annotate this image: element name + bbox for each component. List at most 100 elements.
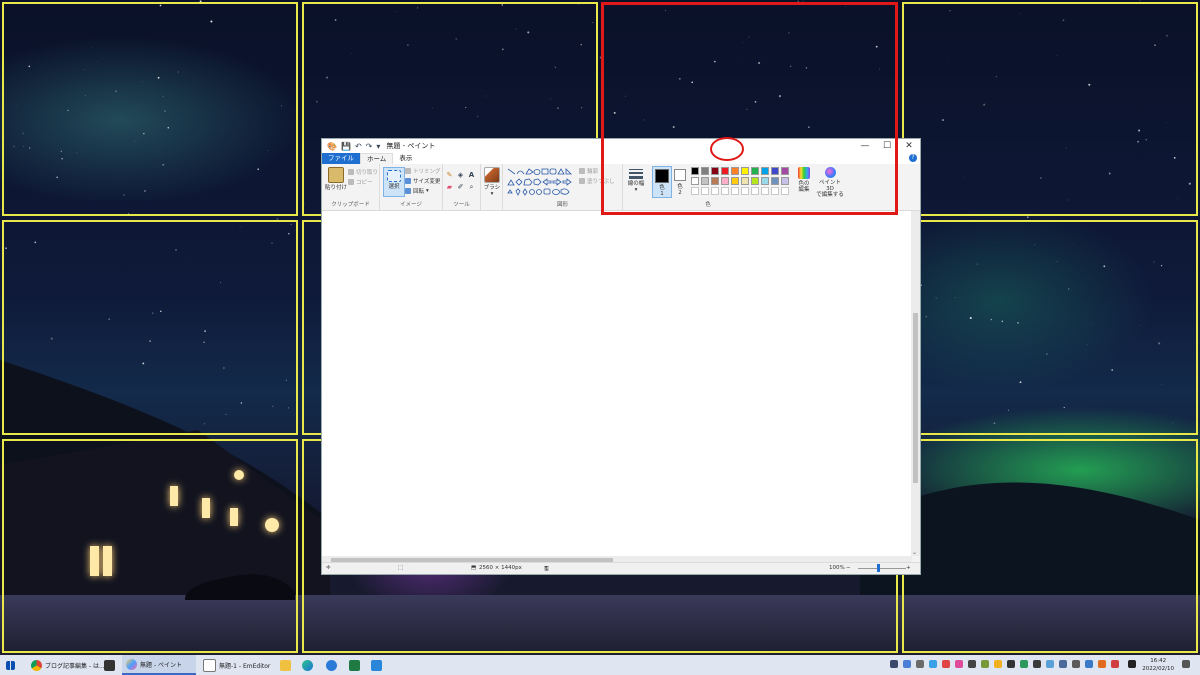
tab-view[interactable]: 表示 bbox=[393, 153, 418, 164]
resize-button[interactable]: サイズ変更 bbox=[405, 177, 440, 185]
copy-icon bbox=[348, 179, 354, 185]
t-app-icon bbox=[104, 659, 115, 671]
brush-button[interactable]: ブラシ ▾ bbox=[482, 167, 502, 197]
cut-button[interactable]: 切り取り bbox=[348, 168, 378, 176]
tray-app-icon[interactable] bbox=[890, 660, 898, 668]
color-picker-icon[interactable]: ✐ bbox=[457, 184, 464, 191]
taskbar-chrome-label: ブログ記事編集 - は... bbox=[45, 662, 105, 670]
tray-app-icon[interactable] bbox=[1085, 660, 1093, 668]
outline-label: 輪郭 bbox=[587, 169, 599, 175]
scissors-icon bbox=[348, 169, 354, 175]
crop-label: トリミング bbox=[413, 169, 441, 175]
tray-app-icon[interactable] bbox=[981, 660, 989, 668]
tray-app-icon[interactable] bbox=[955, 660, 963, 668]
zoom-in-button[interactable]: + bbox=[906, 565, 911, 571]
tray-app-icon[interactable] bbox=[1046, 660, 1054, 668]
zoom-slider-thumb[interactable] bbox=[877, 564, 880, 572]
copy-button[interactable]: コピー bbox=[348, 178, 373, 186]
tray-app-icon[interactable] bbox=[903, 660, 911, 668]
tray-app-icon[interactable] bbox=[994, 660, 1002, 668]
notification-icon[interactable] bbox=[1182, 660, 1190, 668]
tray-app-icon[interactable] bbox=[1007, 660, 1015, 668]
copy-label: コピー bbox=[356, 180, 373, 186]
settings-icon[interactable] bbox=[326, 660, 337, 671]
status-bar: ✛ ⬚ ⬒ 2560 × 1440px 🖫 100% − + bbox=[322, 562, 920, 574]
paint-app-icon: 🎨 bbox=[327, 141, 337, 151]
excel-icon[interactable] bbox=[349, 660, 360, 671]
tray-app-icon[interactable] bbox=[916, 660, 924, 668]
text-icon[interactable]: A bbox=[468, 172, 475, 179]
customize-dropdown-icon[interactable]: ▾ bbox=[376, 142, 380, 151]
tray-app-icon[interactable] bbox=[1033, 660, 1041, 668]
close-button[interactable]: ✕ bbox=[898, 139, 920, 153]
scroll-down-arrow-icon[interactable]: ⌄ bbox=[912, 549, 917, 556]
file-size-icon: 🖫 bbox=[544, 566, 549, 572]
select-button[interactable]: 選択 bbox=[383, 167, 405, 197]
vertical-scroll-thumb[interactable] bbox=[913, 313, 918, 483]
magnifier-icon[interactable]: ⌕ bbox=[468, 184, 475, 191]
red-highlight-box bbox=[601, 2, 898, 215]
eraser-icon[interactable]: ▰ bbox=[446, 184, 453, 191]
edge-icon[interactable] bbox=[302, 660, 313, 671]
rotate-icon bbox=[405, 188, 411, 194]
undo-icon[interactable]: ↶ bbox=[355, 142, 362, 151]
file-explorer-icon[interactable] bbox=[280, 660, 291, 671]
taskbar-item-paint[interactable]: 無題 - ペイント bbox=[122, 655, 196, 675]
save-icon[interactable]: 💾 bbox=[341, 142, 351, 151]
tray-app-icon[interactable] bbox=[1020, 660, 1028, 668]
tray-app-icon[interactable] bbox=[1098, 660, 1106, 668]
ime-icon[interactable] bbox=[1128, 660, 1136, 668]
canvas-size-icon: ⬒ bbox=[471, 565, 477, 571]
fill-icon bbox=[579, 178, 585, 184]
chevron-down-icon: ▾ bbox=[426, 188, 429, 194]
system-clock[interactable]: 16:42 2022/02/10 bbox=[1142, 657, 1174, 673]
tab-home[interactable]: ホーム bbox=[360, 152, 394, 165]
tools-group-label: ツール bbox=[453, 202, 470, 208]
canvas-dimensions: 2560 × 1440px bbox=[479, 565, 522, 571]
shapes-gallery[interactable] bbox=[507, 168, 577, 198]
tray-app-icon[interactable] bbox=[942, 660, 950, 668]
vscode-icon[interactable] bbox=[371, 660, 382, 671]
rotate-button[interactable]: 回転 ▾ bbox=[405, 187, 429, 195]
rotate-label: 回転 bbox=[413, 189, 425, 195]
cut-label: 切り取り bbox=[356, 170, 379, 176]
clock-date: 2022/02/10 bbox=[1142, 666, 1174, 672]
volume-icon[interactable] bbox=[1072, 660, 1080, 668]
tab-file[interactable]: ファイル bbox=[322, 153, 360, 164]
grid-cell-bottom-right bbox=[902, 439, 1198, 653]
drawing-canvas[interactable] bbox=[322, 211, 912, 556]
zoom-slider[interactable] bbox=[858, 568, 906, 569]
vertical-scrollbar[interactable]: ⌄ bbox=[911, 211, 920, 556]
pencil-icon[interactable]: ✎ bbox=[446, 172, 453, 179]
network-icon[interactable] bbox=[1059, 660, 1067, 668]
start-button[interactable] bbox=[6, 655, 15, 675]
grid-cell-bottom-left bbox=[2, 439, 298, 653]
outline-button[interactable]: 輪郭 bbox=[579, 167, 598, 175]
grid-cell-middle-left bbox=[2, 220, 298, 435]
fill-bucket-icon[interactable]: ◈ bbox=[457, 172, 464, 179]
tray-app-icon[interactable] bbox=[929, 660, 937, 668]
chevron-down-icon: ▾ bbox=[490, 191, 494, 197]
paste-button[interactable]: 貼り付け bbox=[325, 167, 347, 191]
tray-app-icon[interactable] bbox=[1111, 660, 1119, 668]
red-highlight-circle bbox=[710, 137, 744, 161]
help-icon[interactable]: ? bbox=[909, 154, 917, 162]
taskbar-item-t-app[interactable] bbox=[104, 655, 115, 675]
crop-button[interactable]: トリミング bbox=[405, 167, 441, 175]
select-rectangle-icon bbox=[387, 170, 401, 182]
windows-logo-icon bbox=[6, 660, 15, 670]
resize-label: サイズ変更 bbox=[413, 179, 441, 185]
taskbar-paint-label: 無題 - ペイント bbox=[140, 661, 182, 669]
grid-cell-middle-right bbox=[902, 220, 1198, 435]
taskbar-emeditor-label: 無題-1 - EmEditor bbox=[219, 662, 271, 670]
image-group-label: イメージ bbox=[400, 202, 422, 208]
emeditor-icon bbox=[203, 658, 216, 672]
clock-time: 16:42 bbox=[1150, 658, 1167, 664]
redo-icon[interactable]: ↷ bbox=[366, 142, 373, 151]
chrome-icon bbox=[31, 659, 42, 671]
tray-app-icon[interactable] bbox=[968, 660, 976, 668]
cursor-position-icon: ✛ bbox=[326, 565, 331, 571]
image-group: 選択 トリミング サイズ変更 回転 ▾ イメージ bbox=[380, 164, 443, 210]
taskbar-item-emeditor[interactable]: 無題-1 - EmEditor bbox=[200, 655, 283, 675]
zoom-out-button[interactable]: − bbox=[846, 565, 851, 571]
